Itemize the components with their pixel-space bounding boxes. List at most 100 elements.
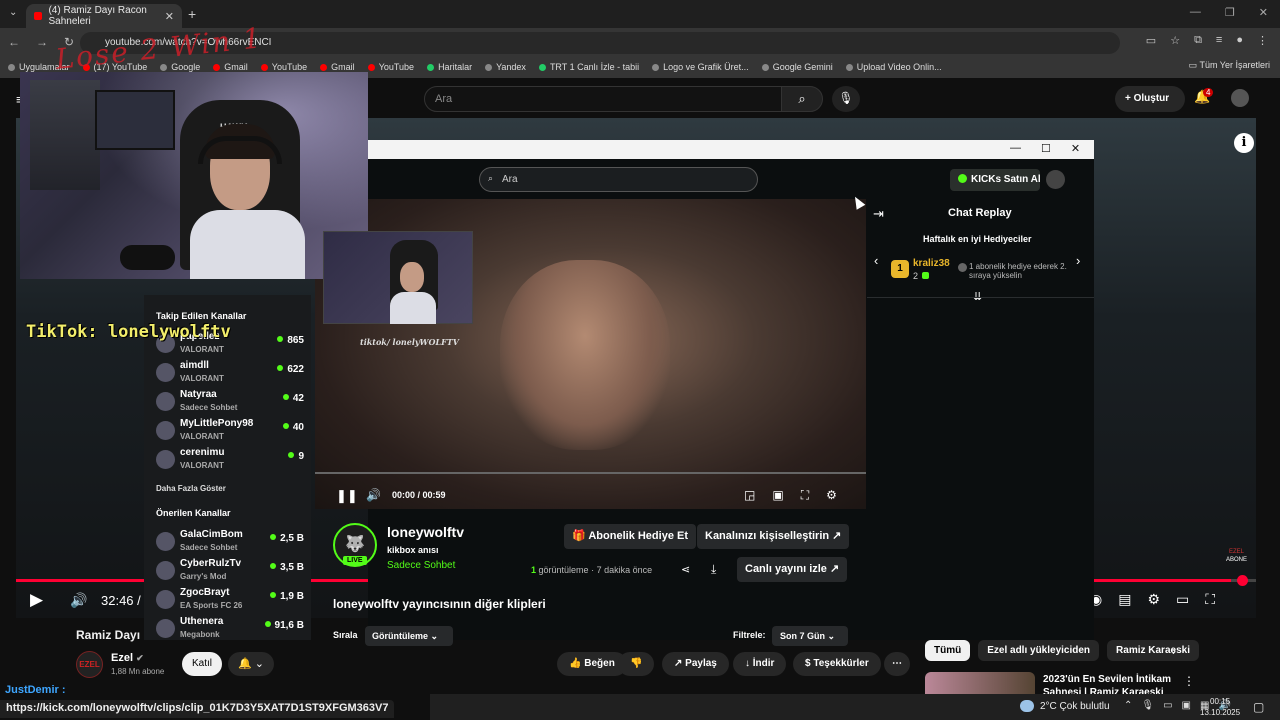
yt-fullscreen-icon[interactable]: ⛶	[1205, 591, 1215, 608]
channel-avatar	[156, 421, 175, 440]
yt-create-button[interactable]: + Oluştur	[1115, 86, 1185, 112]
bookmark-item[interactable]: Upload Video Onlin...	[845, 62, 942, 72]
gmail-icon	[320, 63, 328, 71]
kick-progress-bar[interactable]	[315, 472, 866, 474]
yt-search-icon[interactable]: ⌕	[781, 86, 823, 112]
back-icon[interactable]: ←	[8, 35, 20, 49]
tab-search-icon[interactable]: ⌄	[9, 7, 17, 18]
bookmark-item[interactable]: TRT 1 Canlı İzle - tabii	[538, 62, 639, 72]
yt-theater-icon[interactable]: ▭	[1176, 591, 1189, 608]
close-icon[interactable]: ✕	[1259, 6, 1268, 19]
mic-icon[interactable]: 🎙	[1141, 700, 1154, 711]
bookmark-item[interactable]: YouTube	[367, 62, 414, 72]
yt-volume-icon[interactable]: 🔊	[70, 592, 87, 609]
top-gifter-name[interactable]: kraliz38	[913, 258, 950, 269]
taskbar-clock[interactable]: 00:15 13.10.2025	[1200, 696, 1240, 718]
yt-more-button[interactable]: ⋯	[884, 652, 910, 676]
kick-user-avatar[interactable]	[1046, 170, 1065, 189]
display-icon[interactable]: ▭	[1163, 700, 1172, 711]
share-icon[interactable]: ⋖	[681, 563, 690, 576]
watch-live-button[interactable]: Canlı yayını izle ↗	[737, 557, 848, 582]
menu-icon[interactable]: ⋮	[1257, 34, 1268, 47]
bookmark-item[interactable]: Yandex	[485, 62, 526, 72]
bell-icon: 🔔	[238, 658, 252, 670]
close-icon[interactable]: ✕	[1071, 142, 1080, 155]
chevron-right-icon[interactable]: ›	[1076, 253, 1080, 268]
show-more-link[interactable]: Daha Fazla Göster	[156, 484, 226, 493]
notifications-icon[interactable]: ▢	[1253, 700, 1264, 714]
yt-subtitles-icon[interactable]: ▤	[1118, 591, 1131, 608]
chevron-left-icon[interactable]: ‹	[874, 253, 878, 268]
kick-search-input[interactable]: Ara	[479, 167, 758, 192]
bookmark-item[interactable]: Haritalar	[427, 62, 472, 72]
yt-chip[interactable]: Tümü	[925, 640, 971, 661]
bookmark-item[interactable]: Logo ve Grafik Üret...	[652, 62, 749, 72]
sidebar-channel-row[interactable]: Natyraa Sadece Sohbet 42	[156, 389, 304, 417]
bookmark-item[interactable]: YouTube	[260, 62, 307, 72]
yt-scrubber[interactable]	[1237, 575, 1248, 586]
download-icon[interactable]: ⤓	[711, 562, 716, 577]
yt-settings-icon[interactable]: ⚙	[1147, 591, 1160, 608]
sidebar-channel-row[interactable]: cerenimu VALORANT 9	[156, 447, 304, 475]
bookmark-item[interactable]: Gmail	[213, 62, 248, 72]
bookmark-item[interactable]: Google Gemini	[761, 62, 833, 72]
theater-icon[interactable]: ▣	[772, 488, 783, 503]
yt-share-button[interactable]: ↗ Paylaş	[662, 652, 729, 676]
profile-icon[interactable]: ●	[1236, 34, 1243, 47]
weather-widget[interactable]: 2°C Çok bulutlu	[1020, 700, 1110, 712]
pip-icon[interactable]: ◲	[744, 488, 755, 503]
new-tab-icon[interactable]: +	[188, 6, 196, 22]
sidebar-channel-row[interactable]: CyberRulzTv Garry's Mod 3,5 B	[156, 558, 304, 586]
sidebar-channel-row[interactable]: MyLittlePony98 VALORANT 40	[156, 418, 304, 446]
bookmark-item[interactable]: Gmail	[320, 62, 355, 72]
hd-icon[interactable]: ▣	[1182, 700, 1191, 711]
yt-dislike-button[interactable]: 👎	[618, 652, 655, 676]
yt-avatar[interactable]	[1231, 89, 1249, 107]
yt-subscribe-bell-button[interactable]: 🔔 ⌄	[228, 652, 274, 676]
kick-channel-name[interactable]: loneywolftv	[387, 524, 464, 540]
chevron-up-icon[interactable]: ⌃	[1124, 700, 1132, 711]
cast-icon[interactable]: ▭	[1146, 34, 1156, 47]
bookmark-star-icon[interactable]: ☆	[1170, 34, 1180, 47]
maximize-icon[interactable]: ☐	[1041, 142, 1051, 155]
collapse-chat-icon[interactable]: ⇥	[873, 206, 884, 222]
gift-sub-button[interactable]: 🎁 Abonelik Hediye Et	[564, 524, 696, 549]
yt-download-button[interactable]: ↓ İndir	[733, 652, 787, 676]
yt-channel-name[interactable]: Ezel ✔	[111, 652, 144, 664]
yt-mic-icon[interactable]: 🎙	[832, 86, 860, 112]
minimize-icon[interactable]: —	[1010, 142, 1021, 155]
customize-channel-button[interactable]: Kanalınızı kişiselleştirin ↗	[697, 524, 850, 549]
restore-icon[interactable]: ❐	[1225, 6, 1235, 19]
sidebar-channel-row[interactable]: GalaCimBom Sadece Sohbet 2,5 B	[156, 529, 304, 557]
yt-search-input[interactable]: Ara	[424, 86, 782, 112]
yt-thanks-button[interactable]: $ Teşekkürler	[793, 652, 881, 676]
pause-icon[interactable]: ❚❚	[336, 488, 358, 504]
category-link[interactable]: Sadece Sohbet	[387, 560, 455, 571]
more-vert-icon[interactable]: ⋮	[1183, 674, 1195, 688]
rank-badge-icon: 1	[891, 260, 909, 278]
minimize-icon[interactable]: —	[1190, 6, 1201, 19]
sidebar-channel-row[interactable]: Uthenera Megabonk 91,6 B	[156, 616, 304, 644]
fullscreen-icon[interactable]: ⛶	[801, 488, 809, 503]
browser-tab[interactable]: (4) Ramiz Dayı Racon Sahneleri ✕	[26, 4, 182, 28]
chevron-right-icon[interactable]: ›	[1172, 644, 1176, 658]
sidebar-channel-row[interactable]: aimdll VALORANT 622	[156, 360, 304, 388]
tab-close-icon[interactable]: ✕	[165, 10, 174, 23]
yt-chip[interactable]: Ezel adlı yükleyiciden	[978, 640, 1100, 661]
yt-join-button[interactable]: Katıl	[182, 652, 222, 676]
sort-dropdown[interactable]: Görüntüleme ⌄	[365, 626, 453, 646]
sidebar-channel-row[interactable]: ZgocBrayt EA Sports FC 26 1,9 B	[156, 587, 304, 615]
yt-play-icon[interactable]: ▶	[30, 590, 43, 610]
yt-chip[interactable]: Ramiz Karaeski	[1107, 640, 1199, 661]
yt-channel-avatar[interactable]: EZEL	[76, 651, 103, 678]
all-bookmarks[interactable]: ▭ Tüm Yer İşaretleri	[1189, 60, 1270, 71]
settings-icon[interactable]: ⚙	[826, 488, 837, 503]
yt-info-icon[interactable]: i	[1234, 133, 1254, 153]
yt-like-button[interactable]: 👍 Beğen	[557, 652, 627, 676]
volume-icon[interactable]: 🔊	[366, 488, 381, 502]
extensions-icon[interactable]: ⧉	[1194, 34, 1202, 47]
kick-buy-kicks-button[interactable]: KICKs Satın Al	[950, 169, 1041, 191]
forward-icon[interactable]: →	[36, 35, 48, 49]
filter-dropdown[interactable]: Son 7 Gün ⌄	[772, 626, 848, 646]
reading-list-icon[interactable]: ≡	[1216, 34, 1222, 47]
